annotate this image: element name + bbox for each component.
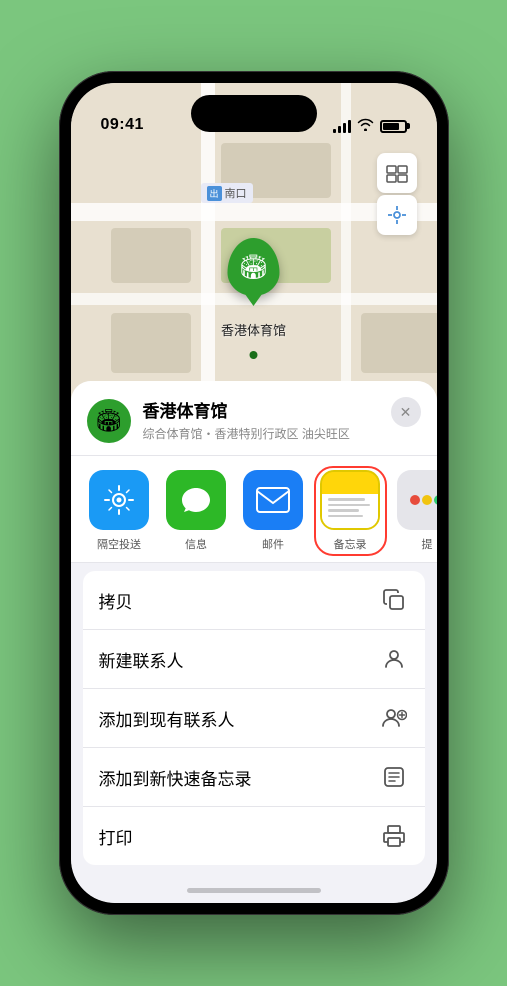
wifi-icon <box>357 118 374 134</box>
action-label-add-contact: 添加到现有联系人 <box>99 706 235 731</box>
signal-bar-3 <box>343 123 346 133</box>
action-item-add-contact[interactable]: 添加到现有联系人 <box>83 689 425 748</box>
copy-icon <box>379 585 409 615</box>
signal-bars <box>333 120 351 133</box>
share-item-more[interactable]: 提 <box>395 470 437 552</box>
action-label-copy: 拷贝 <box>99 588 133 613</box>
phone-frame: 出 南口 <box>59 71 449 915</box>
venue-card: 🏟 香港体育馆 综合体育馆・香港特别行政区 油尖旺区 ✕ <box>71 381 437 456</box>
note-icon <box>379 762 409 792</box>
home-indicator <box>187 888 321 893</box>
venue-marker[interactable]: 🏟 香港体育馆 <box>221 238 286 339</box>
mail-label: 邮件 <box>262 536 284 552</box>
venue-close-button[interactable]: ✕ <box>391 397 421 427</box>
bottom-sheet: 🏟 香港体育馆 综合体育馆・香港特别行政区 油尖旺区 ✕ <box>71 381 437 903</box>
airdrop-label: 隔空投送 <box>97 536 141 552</box>
notes-label: 备忘录 <box>334 536 367 552</box>
print-icon <box>379 821 409 851</box>
action-item-print[interactable]: 打印 <box>83 807 425 865</box>
signal-bar-4 <box>348 120 351 133</box>
venue-subtitle: 综合体育馆・香港特别行政区 油尖旺区 <box>143 425 391 442</box>
marker-icon: 🏟 <box>238 253 268 282</box>
action-label-add-note: 添加到新快速备忘录 <box>99 765 252 790</box>
dynamic-island <box>191 95 317 132</box>
share-row: 隔空投送 信息 <box>71 456 437 563</box>
share-item-notes[interactable]: 备忘录 <box>318 470 383 552</box>
battery-icon <box>380 120 407 133</box>
marker-label: 香港体育馆 <box>221 320 286 339</box>
battery-fill <box>383 123 400 130</box>
map-controls <box>377 153 417 235</box>
exit-badge: 出 <box>207 186 222 201</box>
marker-pin: 🏟 <box>227 238 279 296</box>
exit-name: 南口 <box>225 185 247 201</box>
action-item-new-contact[interactable]: 新建联系人 <box>83 630 425 689</box>
person-icon <box>379 644 409 674</box>
mail-icon <box>243 470 303 530</box>
action-label-print: 打印 <box>99 824 133 849</box>
map-view-toggle[interactable] <box>377 153 417 193</box>
venue-name: 香港体育馆 <box>143 397 391 422</box>
status-time: 09:41 <box>101 116 144 134</box>
marker-dot <box>249 351 257 359</box>
more-label: 提 <box>422 536 433 552</box>
person-add-icon <box>379 703 409 733</box>
phone-screen: 出 南口 <box>71 83 437 903</box>
signal-bar-1 <box>333 129 336 133</box>
action-label-new-contact: 新建联系人 <box>99 647 184 672</box>
action-item-copy[interactable]: 拷贝 <box>83 571 425 630</box>
signal-bar-2 <box>338 126 341 133</box>
share-item-messages[interactable]: 信息 <box>164 470 229 552</box>
action-item-add-note[interactable]: 添加到新快速备忘录 <box>83 748 425 807</box>
more-icon <box>397 470 437 530</box>
share-item-airdrop[interactable]: 隔空投送 <box>87 470 152 552</box>
map-exit-label: 出 南口 <box>201 183 253 203</box>
notes-icon <box>320 470 380 530</box>
airdrop-icon <box>89 470 149 530</box>
home-indicator-space <box>71 873 437 903</box>
action-list: 拷贝 新建联系人 <box>83 571 425 865</box>
share-item-mail[interactable]: 邮件 <box>241 470 306 552</box>
venue-info: 香港体育馆 综合体育馆・香港特别行政区 油尖旺区 <box>143 397 391 442</box>
messages-icon <box>166 470 226 530</box>
messages-label: 信息 <box>185 536 207 552</box>
location-button[interactable] <box>377 195 417 235</box>
venue-avatar: 🏟 <box>87 399 131 443</box>
status-icons <box>333 118 407 134</box>
